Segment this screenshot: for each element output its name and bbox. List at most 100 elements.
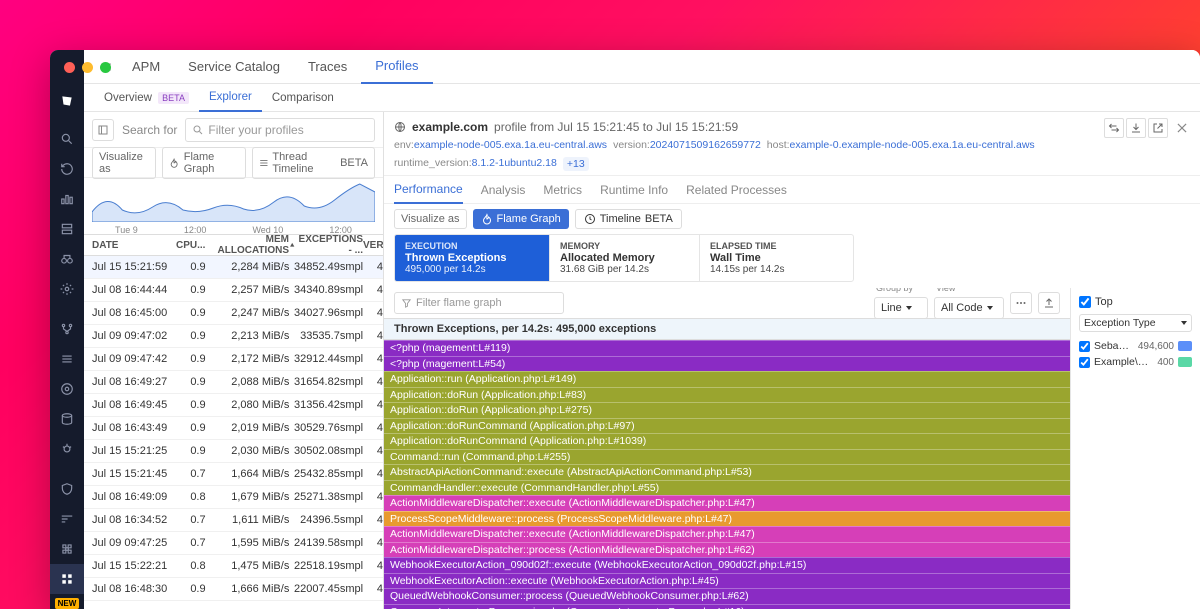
table-row[interactable]: Jul 08 16:43:490.92,019 MiB/s30529.76smp… (84, 417, 383, 440)
flame-row[interactable]: ConsumerInterceptorProxy::__invoke (Cons… (384, 604, 1070, 609)
gear-icon[interactable] (50, 274, 84, 304)
env-tag[interactable]: example-node-005.exa.1a.eu-central.aws (414, 139, 607, 151)
flame-body[interactable]: <?php (magement:L#119)<?php (magement:L#… (384, 340, 1070, 609)
search-input[interactable]: Filter your profiles (185, 118, 375, 142)
close-window-icon[interactable] (64, 62, 75, 73)
datadog-logo-icon[interactable] (50, 86, 84, 116)
side-top-checkbox[interactable] (1079, 296, 1091, 308)
flame-more-button[interactable] (1010, 292, 1032, 314)
close-detail-button[interactable] (1172, 118, 1192, 138)
download-button[interactable] (1126, 118, 1146, 138)
detail-timeline-button[interactable]: Timeline BETA (575, 209, 682, 229)
flame-row[interactable]: <?php (magement:L#119) (384, 340, 1070, 356)
flame-row[interactable]: CommandHandler::execute (CommandHandler.… (384, 480, 1070, 496)
infra-icon[interactable] (50, 214, 84, 244)
table-row[interactable]: Jul 08 16:44:440.92,257 MiB/s34340.89smp… (84, 279, 383, 302)
subtab-comparison[interactable]: Comparison (262, 92, 344, 104)
dashboard-icon[interactable] (50, 184, 84, 214)
flame-row[interactable]: Application::doRun (Application.php:L#83… (384, 387, 1070, 403)
dtab-related[interactable]: Related Processes (686, 183, 787, 197)
history-icon[interactable] (50, 154, 84, 184)
swap-button[interactable] (1104, 118, 1124, 138)
flame-row[interactable]: WebhookExecutorAction_090d02f::execute (… (384, 557, 1070, 573)
version-tag[interactable]: 2024071509162659772 (650, 139, 761, 151)
table-row[interactable]: Jul 15 15:21:250.92,030 MiB/s30502.08smp… (84, 440, 383, 463)
flame-row[interactable]: Command::run (Command.php:L#255) (384, 449, 1070, 465)
subtab-explorer[interactable]: Explorer (199, 84, 262, 112)
col-version[interactable]: VER... (363, 240, 383, 251)
flame-row[interactable]: WebhookExecutorAction::execute (WebhookE… (384, 573, 1070, 589)
table-row[interactable]: Jul 08 16:49:450.92,080 MiB/s31356.42smp… (84, 394, 383, 417)
tab-traces[interactable]: Traces (294, 50, 361, 84)
view-select[interactable]: All Code (934, 297, 1004, 319)
flame-row[interactable]: <?php (magement:L#54) (384, 356, 1070, 372)
detail-flame-button[interactable]: Flame Graph (473, 209, 569, 229)
flame-row[interactable]: Application::doRunCommand (Application.p… (384, 433, 1070, 449)
table-row[interactable]: Jul 09 09:47:020.92,213 MiB/s33535.7smpl… (84, 325, 383, 348)
runtime-tag[interactable]: 8.1.2-1ubuntu2.18 (472, 157, 557, 169)
flame-row[interactable]: ActionMiddlewareDispatcher::execute (Act… (384, 526, 1070, 542)
tab-service-catalog[interactable]: Service Catalog (174, 50, 294, 84)
exception-type-select[interactable]: Exception Type (1079, 314, 1192, 332)
col-mem[interactable]: MEM ALLOCATIONS (205, 234, 289, 256)
flame-row[interactable]: ActionMiddlewareDispatcher::execute (Act… (384, 495, 1070, 511)
binoculars-icon[interactable] (50, 244, 84, 274)
side-item[interactable]: Example\Va…400 (1079, 356, 1192, 368)
flame-graph-button[interactable]: Flame Graph (162, 147, 245, 179)
side-item[interactable]: Sebasti…494,600 (1079, 340, 1192, 352)
tab-apm[interactable]: APM (118, 50, 174, 84)
table-row[interactable]: Jul 09 09:47:420.92,172 MiB/s32912.44smp… (84, 348, 383, 371)
extra-tags-badge[interactable]: +13 (563, 157, 589, 171)
timeline-chart[interactable]: Tue 9 12:00 Wed 10 12:00 (84, 178, 383, 234)
table-row[interactable]: Jul 15 15:22:210.81,475 MiB/s22518.19smp… (84, 555, 383, 578)
flame-row[interactable]: AbstractApiActionCommand::execute (Abstr… (384, 464, 1070, 480)
puzzle-icon[interactable] (50, 534, 84, 564)
table-row[interactable]: Jul 08 16:49:090.81,679 MiB/s25271.38smp… (84, 486, 383, 509)
minimize-window-icon[interactable] (82, 62, 93, 73)
table-row[interactable]: Jul 08 16:48:300.91,666 MiB/s22007.45smp… (84, 578, 383, 601)
table-row[interactable]: Jul 08 16:34:520.71,611 MiB/s24396.5smpl… (84, 509, 383, 532)
thread-timeline-button[interactable]: Thread Timeline BETA (252, 147, 375, 179)
group-by-select[interactable]: Line (874, 297, 928, 319)
side-item-checkbox[interactable] (1079, 357, 1090, 368)
bug-icon[interactable] (50, 434, 84, 464)
metric-memory[interactable]: MEMORY Allocated Memory 31.68 GiB per 14… (550, 235, 700, 281)
dtab-metrics[interactable]: Metrics (543, 183, 582, 197)
flame-row[interactable]: Application::doRun (Application.php:L#27… (384, 402, 1070, 418)
collapsed-menu-icon[interactable] (50, 564, 84, 594)
dtab-analysis[interactable]: Analysis (481, 183, 526, 197)
maximize-window-icon[interactable] (100, 62, 111, 73)
list-icon[interactable] (50, 344, 84, 374)
flame-row[interactable]: ProcessScopeMiddleware::process (Process… (384, 511, 1070, 527)
flame-row[interactable]: Application::doRunCommand (Application.p… (384, 418, 1070, 434)
search-icon[interactable] (50, 124, 84, 154)
open-external-button[interactable] (1148, 118, 1168, 138)
dtab-performance[interactable]: Performance (394, 176, 463, 204)
col-cpu[interactable]: CPU... (170, 240, 206, 251)
flame-filter-input[interactable]: Filter flame graph (394, 292, 564, 314)
flame-row[interactable]: Application::run (Application.php:L#149) (384, 371, 1070, 387)
flame-row[interactable]: QueuedWebhookConsumer::process (QueuedWe… (384, 588, 1070, 604)
table-row[interactable]: Jul 15 15:21:450.71,664 MiB/s25432.85smp… (84, 463, 383, 486)
tab-profiles[interactable]: Profiles (361, 50, 432, 84)
col-exceptions[interactable]: EXCEPTIONS - ... (289, 234, 363, 256)
table-row[interactable]: Jul 08 16:45:000.92,247 MiB/s34027.96smp… (84, 302, 383, 325)
dtab-runtime[interactable]: Runtime Info (600, 183, 668, 197)
flame-export-button[interactable] (1038, 292, 1060, 314)
sidebar-toggle-button[interactable] (92, 119, 114, 141)
flame-row[interactable]: ActionMiddlewareDispatcher::process (Act… (384, 542, 1070, 558)
metric-exceptions[interactable]: EXECUTION Thrown Exceptions 495,000 per … (395, 235, 550, 281)
table-row[interactable]: Jul 08 16:49:270.92,088 MiB/s31654.82smp… (84, 371, 383, 394)
subtab-overview[interactable]: Overview BETA (94, 92, 199, 104)
shield-icon[interactable] (50, 474, 84, 504)
table-row[interactable]: Jul 15 15:21:590.92,284 MiB/s34852.49smp… (84, 256, 383, 279)
side-item-checkbox[interactable] (1079, 341, 1090, 352)
host-tag[interactable]: example-0.example-node-005.exa.1a.eu-cen… (790, 139, 1035, 151)
network-icon[interactable] (50, 314, 84, 344)
metric-walltime[interactable]: ELAPSED TIME Wall Time 14.15s per 14.2s (700, 235, 850, 281)
col-date[interactable]: DATE (84, 240, 170, 251)
flow-icon[interactable] (50, 504, 84, 534)
apm-icon[interactable] (50, 374, 84, 404)
table-row[interactable]: Jul 09 09:47:250.71,595 MiB/s24139.58smp… (84, 532, 383, 555)
database-icon[interactable] (50, 404, 84, 434)
